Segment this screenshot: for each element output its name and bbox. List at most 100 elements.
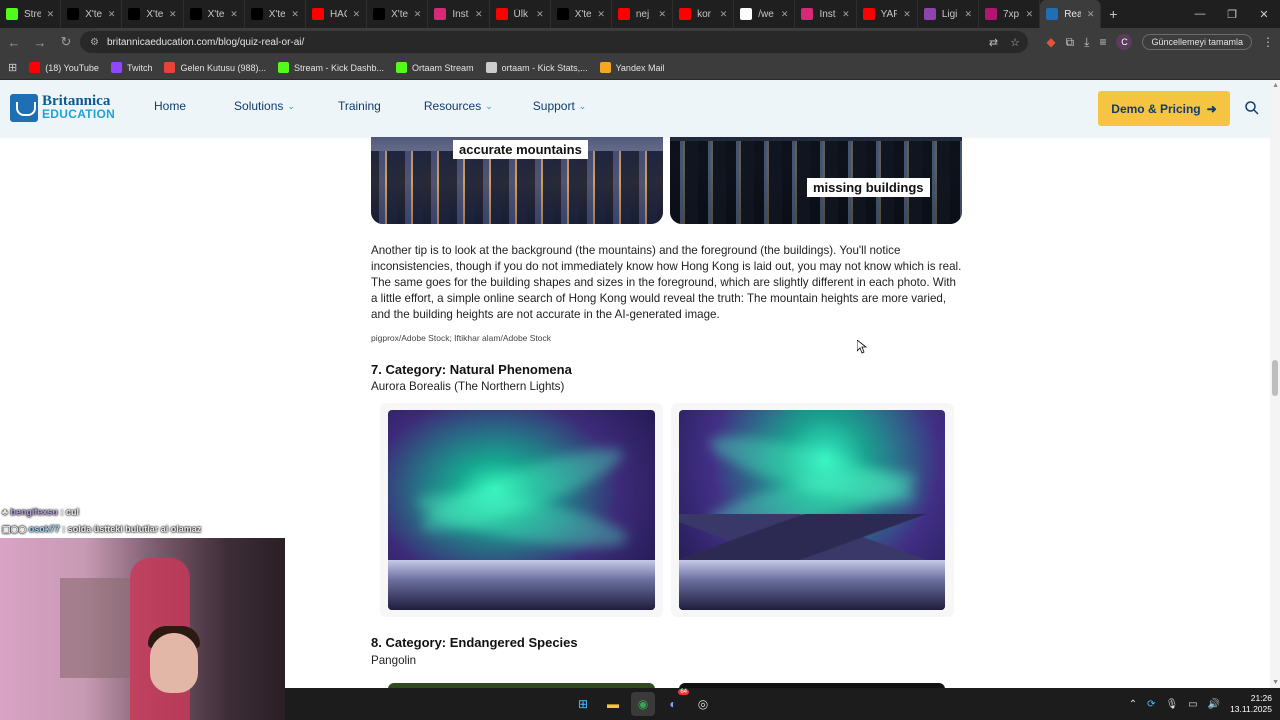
apps-icon[interactable]: ⊞ bbox=[8, 61, 17, 74]
aurora-image-2[interactable] bbox=[679, 410, 945, 610]
tab-title: nej bbox=[635, 8, 650, 20]
pen-icon bbox=[923, 8, 936, 20]
logo-text-education: EDUCATION bbox=[42, 107, 116, 121]
minimize-icon[interactable]: — bbox=[1184, 0, 1216, 28]
bookmark-item[interactable]: (18) YouTube bbox=[29, 62, 99, 73]
webcam-feed bbox=[0, 538, 285, 720]
new-tab-button[interactable]: + bbox=[1101, 6, 1125, 22]
close-tab-icon[interactable]: ✕ bbox=[597, 9, 605, 20]
update-button[interactable]: Güncellemeyi tamamla bbox=[1142, 34, 1252, 50]
media-icon[interactable]: ≡ bbox=[1099, 35, 1106, 49]
close-tab-icon[interactable]: ✕ bbox=[475, 9, 483, 20]
profile-avatar[interactable]: C bbox=[1116, 34, 1133, 50]
restore-icon[interactable]: ❐ bbox=[1216, 0, 1248, 28]
site-info-icon[interactable]: ⚙ bbox=[90, 37, 99, 48]
nav-support[interactable]: Support ⌄ bbox=[533, 99, 587, 113]
close-tab-icon[interactable]: ✕ bbox=[353, 9, 361, 20]
close-tab-icon[interactable]: ✕ bbox=[1026, 9, 1034, 20]
nav-training[interactable]: Training bbox=[338, 99, 381, 113]
bookmark-star-icon[interactable]: ☆ bbox=[1010, 36, 1020, 49]
close-tab-icon[interactable]: ✕ bbox=[536, 9, 544, 20]
browser-tab[interactable]: kor ✕ bbox=[673, 0, 735, 28]
nav-resources[interactable]: Resources ⌄ bbox=[424, 99, 493, 113]
close-tab-icon[interactable]: ✕ bbox=[1087, 9, 1095, 20]
browser-tab[interactable]: Rea ✕ bbox=[1040, 0, 1102, 28]
puzzle-icon[interactable]: ⧉ bbox=[1066, 35, 1075, 50]
extension-icon[interactable]: ◆ bbox=[1046, 35, 1055, 49]
browser-tab[interactable]: X'te ✕ bbox=[367, 0, 429, 28]
nav-home[interactable]: Home bbox=[154, 99, 186, 113]
close-tab-icon[interactable]: ✕ bbox=[659, 9, 667, 20]
bookmark-item[interactable]: ortaam - Kick Stats,... bbox=[485, 62, 588, 73]
aurora-image-1[interactable] bbox=[388, 410, 655, 610]
scroll-down-icon[interactable]: ▼ bbox=[1272, 679, 1279, 686]
sync-icon[interactable]: ⟳ bbox=[1147, 699, 1155, 710]
tray-chevron-icon[interactable]: ⌃ bbox=[1129, 699, 1137, 710]
close-window-icon[interactable]: ✕ bbox=[1248, 0, 1280, 28]
close-tab-icon[interactable]: ✕ bbox=[964, 9, 972, 20]
reload-icon[interactable]: ↻ bbox=[54, 30, 78, 54]
seven-icon bbox=[985, 8, 997, 20]
bookmark-item[interactable]: Gelen Kutusu (988)... bbox=[164, 62, 266, 73]
page-scrollbar[interactable]: ▲ ▼ bbox=[1270, 80, 1280, 688]
search-icon[interactable] bbox=[1244, 100, 1260, 116]
menu-icon[interactable]: ⋮ bbox=[1262, 35, 1274, 49]
close-tab-icon[interactable]: ✕ bbox=[108, 9, 116, 20]
file-explorer-icon[interactable]: ▬ bbox=[601, 692, 625, 716]
browser-tab[interactable]: 7xp ✕ bbox=[979, 0, 1041, 28]
scroll-thumb[interactable] bbox=[1272, 360, 1278, 396]
browser-tab[interactable]: X'te ✕ bbox=[551, 0, 612, 28]
section-7-subtitle: Aurora Borealis (The Northern Lights) bbox=[371, 380, 565, 393]
browser-tab[interactable]: Ligi ✕ bbox=[918, 0, 979, 28]
close-tab-icon[interactable]: ✕ bbox=[781, 9, 789, 20]
browser-tab[interactable]: HAC ✕ bbox=[306, 0, 368, 28]
display-icon[interactable]: ▭ bbox=[1188, 699, 1197, 710]
nav-solutions[interactable]: Solutions ⌄ bbox=[234, 99, 295, 113]
close-tab-icon[interactable]: ✕ bbox=[720, 9, 728, 20]
tab-title: X'te bbox=[268, 8, 286, 20]
browser-tab[interactable]: YAF ✕ bbox=[857, 0, 918, 28]
chrome-icon[interactable]: ◉ bbox=[631, 692, 655, 716]
britannica-logo[interactable]: Britannica EDUCATION bbox=[10, 94, 115, 122]
windows-start-icon[interactable]: ⊞ bbox=[571, 692, 595, 716]
browser-toolbar: ← → ↻ ⚙ britannicaeducation.com/blog/qui… bbox=[0, 28, 1280, 56]
download-icon[interactable]: ⤓ bbox=[1084, 35, 1089, 50]
browser-tab[interactable]: nej ✕ bbox=[612, 0, 674, 28]
browser-tab[interactable]: Inst ✕ bbox=[428, 0, 490, 28]
close-tab-icon[interactable]: ✕ bbox=[169, 9, 177, 20]
bookmark-item[interactable]: Stream - Kick Dashb... bbox=[278, 62, 384, 73]
close-tab-icon[interactable]: ✕ bbox=[842, 9, 850, 20]
browser-tab[interactable]: Stre ✕ bbox=[0, 0, 62, 28]
forward-icon[interactable]: → bbox=[28, 30, 52, 54]
close-tab-icon[interactable]: ✕ bbox=[230, 9, 238, 20]
browser-tab[interactable]: Inst ✕ bbox=[795, 0, 857, 28]
volume-icon[interactable]: 🔊 bbox=[1208, 699, 1220, 710]
x-icon bbox=[556, 8, 569, 20]
bookmark-item[interactable]: Ortaam Stream bbox=[396, 62, 474, 73]
britannica-logo-icon bbox=[10, 94, 38, 122]
mail-icon bbox=[599, 62, 611, 73]
bookmark-item[interactable]: Yandex Mail bbox=[599, 62, 664, 73]
bookmark-item[interactable]: Twitch bbox=[110, 62, 152, 73]
browser-tab[interactable]: X'te ✕ bbox=[61, 0, 123, 28]
demo-pricing-button[interactable]: Demo & Pricing ➜ bbox=[1098, 91, 1230, 126]
microphone-icon[interactable]: 🎙 bbox=[1165, 699, 1178, 710]
browser-tab[interactable]: X'te ✕ bbox=[245, 0, 306, 28]
back-icon[interactable]: ← bbox=[2, 30, 26, 54]
scroll-up-icon[interactable]: ▲ bbox=[1272, 82, 1279, 89]
browser-tab[interactable]: X'te ✕ bbox=[122, 0, 184, 28]
translate-icon[interactable]: ⇄ bbox=[989, 36, 998, 49]
close-tab-icon[interactable]: ✕ bbox=[47, 9, 55, 20]
instagram-icon bbox=[434, 8, 447, 20]
close-tab-icon[interactable]: ✕ bbox=[903, 9, 911, 20]
obs-icon[interactable]: ◎ bbox=[691, 692, 715, 716]
discord-icon[interactable]: ◐ 64 bbox=[661, 689, 689, 716]
browser-tab[interactable]: /we ✕ bbox=[734, 0, 796, 28]
browser-tab[interactable]: X'te ✕ bbox=[184, 0, 245, 28]
web-icon bbox=[740, 8, 753, 20]
close-tab-icon[interactable]: ✕ bbox=[414, 9, 422, 20]
close-tab-icon[interactable]: ✕ bbox=[291, 9, 299, 20]
address-bar[interactable]: ⚙ britannicaeducation.com/blog/quiz-real… bbox=[80, 31, 1028, 53]
browser-tab[interactable]: Ülk ✕ bbox=[490, 0, 551, 28]
system-clock[interactable]: 21:26 13.11.2025 bbox=[1230, 693, 1272, 715]
